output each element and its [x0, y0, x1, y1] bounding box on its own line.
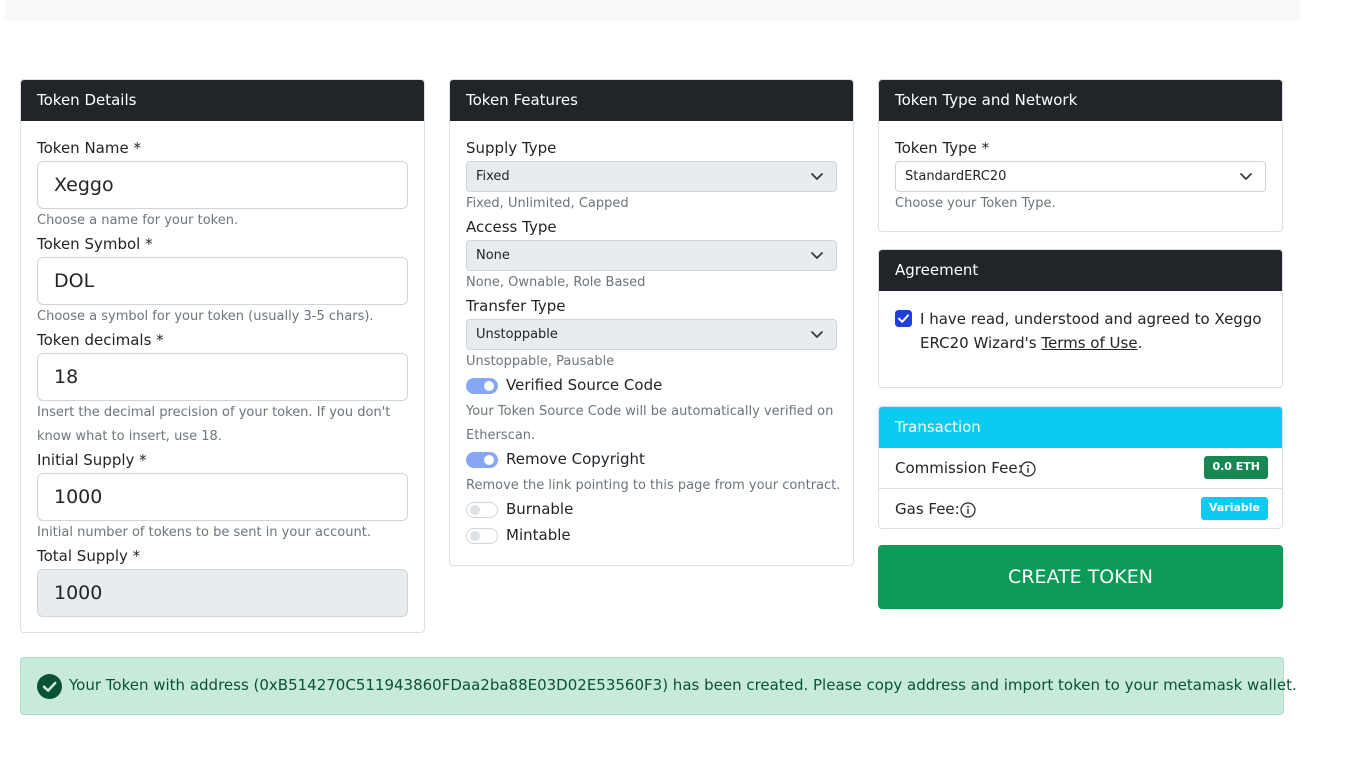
agreement-text-end: . [1137, 334, 1143, 352]
verified-source-label: Verified Source Code [506, 376, 663, 394]
token-decimals-help-line1: Insert the decimal precision of your tok… [37, 405, 391, 420]
agreement-title: Agreement [879, 250, 1282, 291]
switch-knob [470, 531, 480, 541]
transfer-type-label: Transfer Type [466, 297, 566, 315]
info-circle-icon[interactable] [960, 502, 976, 518]
token-details-title: Token Details [21, 80, 424, 121]
agreement-text: I have read, understood and agreed to Xe… [920, 307, 1270, 355]
switch-knob [470, 505, 480, 515]
verified-source-help: Your Token Source Code will be automatic… [466, 400, 841, 448]
remove-copyright-switch[interactable] [466, 452, 498, 468]
remove-copyright-help: Remove the link pointing to this page fr… [466, 478, 841, 493]
top-bar [5, 0, 1300, 21]
chevron-down-icon [1240, 173, 1252, 180]
total-supply-label: Total Supply * [37, 547, 141, 565]
burnable-switch[interactable] [466, 502, 498, 518]
supply-type-label: Supply Type [466, 139, 557, 157]
token-name-label: Token Name * [37, 139, 141, 157]
token-features-card: Token Features Supply Type Fixed Fixed, … [449, 79, 854, 566]
access-type-help: None, Ownable, Role Based [466, 275, 646, 290]
commission-fee-badge: 0.0 ETH [1204, 456, 1268, 479]
commission-fee-label: Commission Fee: [895, 459, 1023, 477]
access-type-value: None [476, 248, 510, 263]
token-type-title: Token Type and Network [879, 80, 1282, 121]
agreement-card: Agreement I have read, understood and ag… [878, 249, 1283, 388]
verified-source-help-line2: Etherscan. [466, 428, 536, 443]
transaction-card: Transaction Commission Fee: 0.0 ETH Gas … [878, 406, 1283, 529]
chevron-down-icon [811, 173, 823, 180]
token-decimals-help-line2: know what to insert, use 18. [37, 429, 222, 444]
token-type-card: Token Type and Network Token Type * Stan… [878, 79, 1283, 232]
mintable-switch[interactable] [466, 528, 498, 544]
success-alert: Your Token with address (0xB514270C51194… [20, 657, 1297, 715]
success-alert-message: Your Token with address (0xB514270C51194… [69, 676, 1297, 694]
token-name-help: Choose a name for your token. [37, 213, 239, 228]
initial-supply-help: Initial number of tokens to be sent in y… [37, 525, 371, 540]
chevron-down-icon [811, 331, 823, 338]
info-circle-icon[interactable] [1020, 461, 1036, 477]
switch-knob [484, 455, 494, 465]
burnable-label: Burnable [506, 500, 574, 518]
create-token-button[interactable]: CREATE TOKEN [878, 545, 1283, 609]
initial-supply-label: Initial Supply * [37, 451, 147, 469]
token-decimals-help: Insert the decimal precision of your tok… [37, 401, 407, 449]
token-type-help: Choose your Token Type. [895, 196, 1056, 211]
mintable-label: Mintable [506, 526, 571, 544]
token-symbol-label: Token Symbol * [37, 235, 153, 253]
token-symbol-help: Choose a symbol for your token (usually … [37, 309, 374, 324]
token-symbol-input[interactable]: DOL [37, 257, 408, 305]
transfer-type-select[interactable]: Unstoppable [466, 319, 837, 350]
commission-fee-row: Commission Fee: 0.0 ETH [879, 448, 1282, 489]
checkbox-checked-icon[interactable] [895, 310, 912, 327]
total-supply-input: 1000 [37, 569, 408, 617]
access-type-label: Access Type [466, 218, 557, 236]
token-type-value: StandardERC20 [905, 169, 1007, 184]
access-type-select[interactable]: None [466, 240, 837, 271]
chevron-down-icon [811, 252, 823, 259]
supply-type-select[interactable]: Fixed [466, 161, 837, 192]
transaction-title: Transaction [879, 407, 1282, 448]
check-circle-icon [37, 674, 62, 699]
supply-type-help: Fixed, Unlimited, Capped [466, 196, 629, 211]
verified-source-help-line1: Your Token Source Code will be automatic… [466, 404, 834, 419]
token-type-label: Token Type * [895, 139, 990, 157]
token-details-card: Token Details Token Name * Xeggo Choose … [20, 79, 425, 633]
gas-fee-label: Gas Fee: [895, 500, 960, 518]
token-decimals-label: Token decimals * [37, 331, 164, 349]
switch-knob [484, 381, 494, 391]
terms-of-use-link[interactable]: Terms of Use [1041, 334, 1137, 352]
token-decimals-input[interactable]: 18 [37, 353, 408, 401]
token-name-input[interactable]: Xeggo [37, 161, 408, 209]
initial-supply-input[interactable]: 1000 [37, 473, 408, 521]
gas-fee-badge: Variable [1200, 497, 1268, 520]
gas-fee-row: Gas Fee: Variable [879, 489, 1282, 528]
supply-type-value: Fixed [476, 169, 510, 184]
token-type-select[interactable]: StandardERC20 [895, 161, 1266, 192]
remove-copyright-label: Remove Copyright [506, 450, 645, 468]
verified-source-switch[interactable] [466, 378, 498, 394]
agreement-text-line1: I have read, understood and agreed to Xe… [920, 310, 1262, 328]
transfer-type-value: Unstoppable [476, 327, 558, 342]
token-features-title: Token Features [450, 80, 853, 121]
agreement-text-prefix: ERC20 Wizard's [920, 334, 1042, 352]
agreement-text-line2: ERC20 Wizard's Terms of Use. [920, 331, 1270, 355]
transfer-type-help: Unstoppable, Pausable [466, 354, 615, 369]
